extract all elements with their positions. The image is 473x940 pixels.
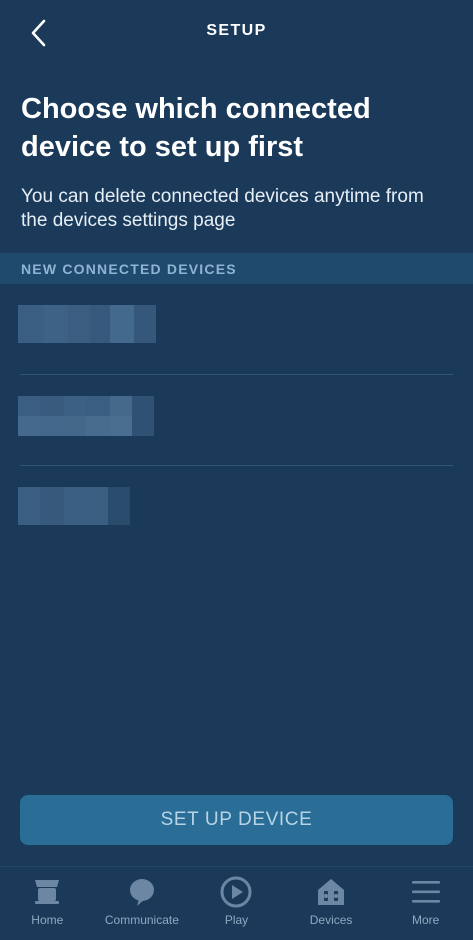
nav-item-play[interactable]: Play xyxy=(189,867,284,940)
nav-label-devices: Devices xyxy=(309,913,353,927)
section-label: NEW CONNECTED DEVICES xyxy=(21,261,237,277)
nav-item-communicate[interactable]: Communicate xyxy=(95,867,190,940)
nav-label-communicate: Communicate xyxy=(104,913,179,927)
nav-item-home[interactable]: Home xyxy=(0,867,95,940)
device-name-obscured xyxy=(18,487,130,525)
home-icon xyxy=(31,877,63,907)
devices-icon xyxy=(315,877,347,907)
header-title: SETUP xyxy=(206,22,267,39)
set-up-device-button[interactable]: SET UP DEVICE xyxy=(20,795,453,845)
page-subtitle: You can delete connected devices anytime… xyxy=(21,186,424,231)
bottom-navigation: Home Communicate Play Devices More xyxy=(0,866,473,940)
chat-bubble-icon xyxy=(126,877,158,907)
section-header: NEW CONNECTED DEVICES xyxy=(0,253,473,284)
nav-label-more: More xyxy=(412,913,440,927)
nav-label-home: Home xyxy=(31,913,64,927)
top-app-bar: SETUP xyxy=(0,0,473,64)
device-list-item[interactable] xyxy=(0,284,473,375)
nav-item-more[interactable]: More xyxy=(378,867,473,940)
menu-icon xyxy=(410,877,442,907)
nav-label-play: Play xyxy=(224,913,249,927)
device-name-obscured xyxy=(18,305,156,343)
page-title: Choose which connected device to set up … xyxy=(21,93,371,163)
device-list-item[interactable] xyxy=(0,375,473,466)
play-icon xyxy=(220,876,252,908)
nav-item-devices[interactable]: Devices xyxy=(284,867,379,940)
device-list xyxy=(0,284,473,557)
device-list-item[interactable] xyxy=(0,466,473,557)
device-name-obscured xyxy=(18,396,154,436)
